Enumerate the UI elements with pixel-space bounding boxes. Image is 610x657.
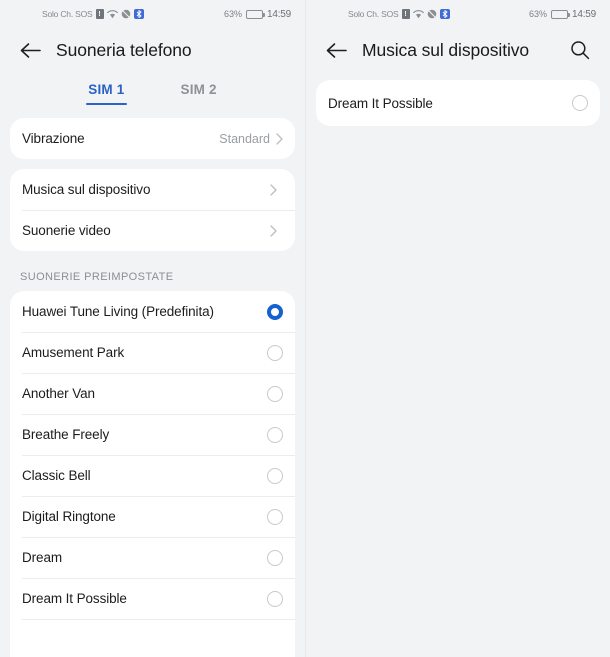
sim-tab-bar: SIM 1 SIM 2 <box>0 72 305 114</box>
back-arrow-icon[interactable] <box>322 36 350 64</box>
ringtone-label: Classic Bell <box>22 468 91 483</box>
radio-button[interactable] <box>267 385 283 402</box>
row-vibrazione[interactable]: Vibrazione Standard <box>10 118 295 159</box>
list-item-partial[interactable] <box>10 619 295 657</box>
battery-icon <box>550 9 570 19</box>
list-item[interactable]: Digital Ringtone <box>10 496 295 537</box>
carrier-label: Solo Ch. SOS <box>348 9 399 19</box>
ringtone-label: Another Van <box>22 386 95 401</box>
list-item[interactable]: Dream It Possible <box>316 80 600 126</box>
battery-percent-label: 63% <box>223 9 242 19</box>
section-header-preset-ringtones: SUONERIE PREIMPOSTATE <box>20 271 174 283</box>
search-icon[interactable] <box>566 36 594 64</box>
list-item[interactable]: Huawei Tune Living (Predefinita) <box>10 291 295 332</box>
mute-icon <box>427 9 437 19</box>
status-bar-right: Solo Ch. SOS ! 63% 14:59 <box>306 0 610 28</box>
vibration-value: Standard <box>219 131 270 146</box>
page-title: Suoneria telefono <box>56 39 192 60</box>
radio-button[interactable] <box>267 508 283 525</box>
bluetooth-badge-icon <box>439 9 450 19</box>
ringtone-label: Huawei Tune Living (Predefinita) <box>22 304 214 319</box>
page-title: Musica sul dispositivo <box>362 39 530 60</box>
radio-button[interactable] <box>267 426 283 443</box>
status-bar-left-group: Solo Ch. SOS ! <box>42 9 144 19</box>
bluetooth-badge-icon <box>133 9 144 19</box>
radio-button[interactable] <box>267 590 283 607</box>
battery-percent-label: 63% <box>528 9 547 19</box>
list-item[interactable]: Amusement Park <box>10 332 295 373</box>
row-label: Suonerie video <box>22 223 111 238</box>
list-item[interactable]: Dream It Possible <box>10 578 295 619</box>
ringtone-label: Amusement Park <box>22 345 125 360</box>
tab-sim-1[interactable]: SIM 1 <box>86 78 127 105</box>
ringtone-source-card: Musica sul dispositivo Suonerie video <box>10 169 295 251</box>
vibration-card: Vibrazione Standard <box>10 118 295 159</box>
row-musica-sul-dispositivo[interactable]: Musica sul dispositivo <box>10 169 295 210</box>
ringtone-label: Dream <box>22 550 63 565</box>
back-arrow-icon[interactable] <box>16 36 44 64</box>
ringtone-label: Breathe Freely <box>22 427 110 442</box>
carrier-label: Solo Ch. SOS <box>42 9 93 19</box>
chevron-right-icon <box>276 132 283 145</box>
battery-icon <box>245 9 265 19</box>
wifi-icon <box>106 9 118 19</box>
status-bar-right-group: 63% 14:59 <box>224 9 291 20</box>
device-music-list: Dream It Possible <box>316 80 600 126</box>
preset-ringtones-list: Huawei Tune Living (Predefinita) Amuseme… <box>10 291 295 657</box>
list-item[interactable]: Dream <box>10 537 295 578</box>
row-label: Musica sul dispositivo <box>22 182 151 197</box>
status-bar-left: Solo Ch. SOS ! 63% 14:59 <box>0 0 305 28</box>
radio-button[interactable] <box>267 344 283 361</box>
tab-sim-2[interactable]: SIM 2 <box>179 78 219 105</box>
row-suonerie-video[interactable]: Suonerie video <box>10 210 295 251</box>
ringtone-label: Dream It Possible <box>22 591 127 606</box>
wifi-icon <box>412 9 424 19</box>
list-item[interactable]: Classic Bell <box>10 455 295 496</box>
chevron-right-icon <box>270 224 277 237</box>
row-label: Vibrazione <box>22 131 85 146</box>
clock-label: 14:59 <box>266 8 291 20</box>
app-bar-left: Suoneria telefono <box>0 28 305 72</box>
track-label: Dream It Possible <box>328 95 433 111</box>
clock-label: 14:59 <box>571 8 596 20</box>
radio-button[interactable] <box>267 303 283 320</box>
radio-button[interactable] <box>572 95 588 111</box>
radio-button[interactable] <box>267 549 283 566</box>
signal-alert-icon: ! <box>401 9 410 19</box>
status-bar-right-group: 63% 14:59 <box>529 9 596 20</box>
signal-alert-icon: ! <box>95 9 104 19</box>
radio-button[interactable] <box>267 467 283 484</box>
status-bar-left-group: Solo Ch. SOS ! <box>348 9 450 19</box>
ringtone-label: Digital Ringtone <box>22 509 116 524</box>
list-item[interactable]: Breathe Freely <box>10 414 295 455</box>
app-bar-right: Musica sul dispositivo <box>306 28 610 72</box>
chevron-right-icon <box>270 183 277 196</box>
dual-screenshot-container: Solo Ch. SOS ! 63% 14:59 Suoneria telefo… <box>0 0 610 657</box>
list-item[interactable]: Another Van <box>10 373 295 414</box>
mute-icon <box>121 9 131 19</box>
left-screen-suoneria-telefono: Solo Ch. SOS ! 63% 14:59 Suoneria telefo… <box>0 0 305 657</box>
right-screen-musica-sul-dispositivo: Solo Ch. SOS ! 63% 14:59 Musica sul disp… <box>305 0 610 657</box>
